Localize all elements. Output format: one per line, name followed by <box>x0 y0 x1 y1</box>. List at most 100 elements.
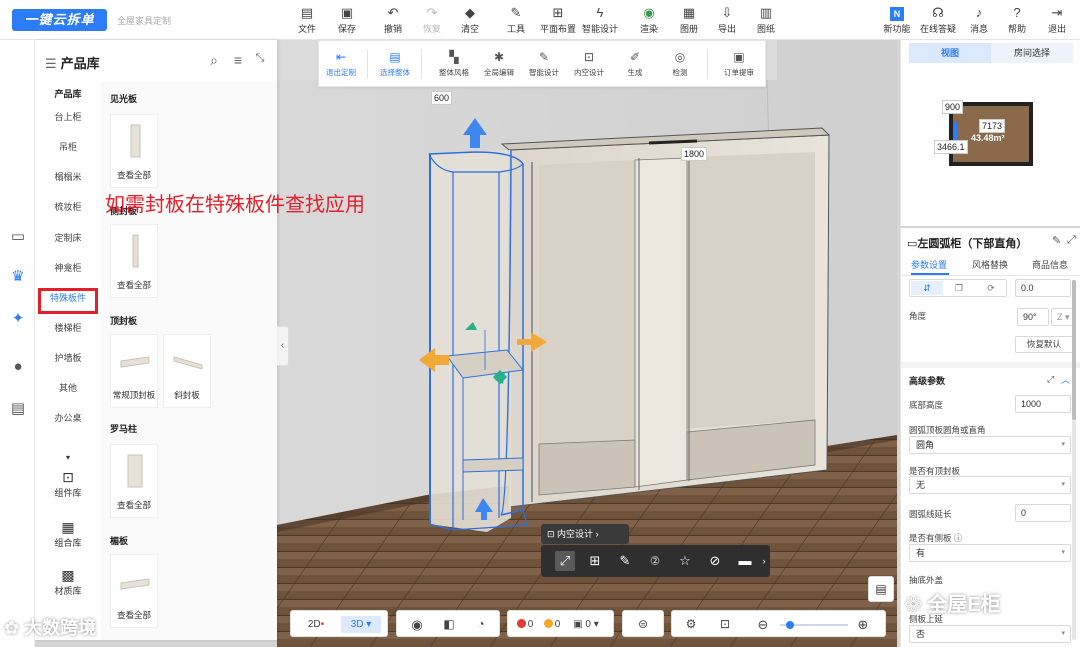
properties-scrollbar[interactable] <box>1072 280 1076 640</box>
zoom-out-icon[interactable]: ⊖ <box>752 616 774 633</box>
gauge-icon[interactable]: ◔ <box>467 616 495 633</box>
tab-product-info[interactable]: 商品信息 <box>1032 258 1068 271</box>
logout-button[interactable]: ⇥ 退出 <box>1037 4 1077 36</box>
resize-icon[interactable]: ⤢ <box>555 551 575 571</box>
generate-button[interactable]: ✐ 生成 <box>613 47 657 78</box>
smart-design-button[interactable]: ϟ 智能设计 <box>580 4 620 36</box>
interior-design-pill[interactable]: ⊡ 内空设计 › <box>541 524 629 544</box>
user-icon[interactable]: ● <box>7 356 29 378</box>
redo-icon: ↷ <box>426 5 438 20</box>
collapse-panel-button[interactable]: ‹ <box>277 326 289 366</box>
category-item[interactable]: 其他 <box>35 378 101 398</box>
rotate-icon[interactable]: ⟳ <box>975 281 1007 295</box>
overall-style-button[interactable]: ▚ 整体风格 <box>432 47 476 78</box>
clipboard-icon[interactable]: ▤ <box>868 576 894 602</box>
angle-input[interactable]: 90° <box>1017 308 1049 326</box>
material-library-button[interactable]: ▩ 材质库 <box>35 566 101 597</box>
zoom-in-icon[interactable]: ⊕ <box>852 616 874 633</box>
edit-icon[interactable]: ✎ <box>1052 234 1061 247</box>
item-count[interactable]: ▣ 0 ▾ <box>568 616 604 633</box>
add-icon[interactable]: ⊞ <box>585 551 605 571</box>
hide-icon[interactable]: ⊘ <box>705 551 725 571</box>
view-3d-button[interactable]: 3D ▾ <box>341 616 381 633</box>
crown-icon[interactable]: ♛ <box>7 266 29 288</box>
global-edit-button[interactable]: ✱ 全局编辑 <box>477 47 521 78</box>
cube-icon[interactable]: ◧ <box>435 616 463 633</box>
component-library-button[interactable]: ⊡ 组件库 <box>35 468 101 499</box>
warning-count[interactable]: 0 <box>540 616 564 633</box>
move-icon[interactable]: ⇵ <box>911 281 943 295</box>
collapse-icon[interactable]: ⤡ <box>252 52 268 65</box>
save-button[interactable]: ▣ 保存 <box>327 4 367 36</box>
interior-design-button[interactable]: ⊡ 内空设计 <box>567 47 611 78</box>
arc-corner-select[interactable]: 圆角 ▾ <box>909 436 1071 454</box>
category-item[interactable]: 梳妆柜 <box>35 197 101 217</box>
copy-icon[interactable]: ❐ <box>943 281 975 295</box>
filter-icon[interactable]: ≡ <box>230 52 246 68</box>
bottom-height-input[interactable]: 1000 <box>1015 395 1071 413</box>
category-item[interactable]: 神龛柜 <box>35 258 101 278</box>
chevron-up-icon[interactable]: ︿ <box>1061 373 1070 386</box>
expand-icon[interactable]: ⤢ <box>1067 234 1076 247</box>
top-seal-select[interactable]: 无 ▾ <box>909 476 1071 494</box>
select-all-button[interactable]: ▤ 选择整体 <box>373 47 417 78</box>
scrollbar-thumb[interactable] <box>1072 280 1076 420</box>
section-title: 见光板 <box>110 94 138 104</box>
side-panel-select[interactable]: 有 ▾ <box>909 544 1071 562</box>
library-header: ☰ 产品库 ⌕ ≡ ⤡ <box>35 40 277 82</box>
drawing-button[interactable]: ▥ 图纸 <box>746 4 786 36</box>
zoom-slider-handle[interactable] <box>786 621 794 629</box>
camera-settings-icon[interactable]: ⚙ <box>678 616 704 633</box>
tab-view[interactable]: 视图 <box>909 43 991 63</box>
smart-design-ctx-button[interactable]: ✎ 智能设计 <box>522 47 566 78</box>
category-item[interactable]: 榻榻米 <box>35 167 101 187</box>
expand-icon[interactable]: ⤢ <box>1047 374 1054 385</box>
category-item[interactable]: 定制床 <box>35 228 101 248</box>
exit-custom-button[interactable]: ⇤ 退出定制 <box>319 47 363 78</box>
category-item[interactable]: 吊柜 <box>35 137 101 157</box>
star-icon[interactable]: ☆ <box>675 551 695 571</box>
toggle-icon[interactable]: ⊜ <box>629 616 657 633</box>
category-item[interactable]: 办公桌 <box>35 408 101 428</box>
view-2d-button[interactable]: 2D• <box>299 616 333 633</box>
chevron-right-icon[interactable]: › <box>759 551 769 571</box>
product-card[interactable]: 查看全部 <box>110 224 158 298</box>
view-2d-icon[interactable]: ⓶ <box>645 551 665 571</box>
fit-view-icon[interactable]: ⊡ <box>712 616 738 633</box>
status-indicators[interactable]: 0 0 ▣ 0 ▾ <box>507 610 614 637</box>
detect-button[interactable]: ◎ 检测 <box>658 47 702 78</box>
category-item[interactable]: 楼梯柜 <box>35 318 101 338</box>
question-icon: ⓘ <box>953 533 963 543</box>
delete-icon[interactable]: ▬ <box>735 551 755 571</box>
category-item[interactable]: 台上柜 <box>35 107 101 127</box>
floor-plan-map[interactable] <box>901 64 1080 224</box>
product-card[interactable]: 查看全部 <box>110 444 158 518</box>
cabinet-icon[interactable]: ▤ <box>7 398 29 420</box>
side-extend-select[interactable]: 否 ▾ <box>909 625 1071 643</box>
brush-icon[interactable]: ✎ <box>615 551 635 571</box>
product-card[interactable]: 查看全部 <box>110 114 158 188</box>
offset-input[interactable]: 0.0 <box>1015 279 1071 297</box>
product-card[interactable]: 常规顶封板 <box>110 334 158 408</box>
reset-default-button[interactable]: 恢复默认 <box>1015 336 1073 353</box>
tab-params[interactable]: 参数设置 <box>911 258 947 271</box>
combo-library-button[interactable]: ▦ 组合库 <box>35 518 101 549</box>
angle-axis-select[interactable]: Z ▾ <box>1051 308 1073 326</box>
arc-extend-input[interactable]: 0 <box>1015 504 1071 522</box>
app-logo[interactable]: 一键云拆单 <box>12 9 107 31</box>
category-item[interactable]: 产品库 <box>35 84 101 104</box>
category-item[interactable]: 护墙板 <box>35 348 101 368</box>
zoom-slider[interactable] <box>780 621 848 629</box>
order-review-button[interactable]: ▣ 订单提审 <box>717 47 761 78</box>
tab-room-select[interactable]: 房间选择 <box>991 43 1073 63</box>
error-count[interactable]: 0 <box>513 616 537 633</box>
model-icon[interactable]: ✦ <box>7 308 29 330</box>
eye-icon[interactable]: ◉ <box>403 616 431 633</box>
product-card[interactable]: 查看全部 <box>110 554 158 628</box>
sofa-icon[interactable]: ▭ <box>7 226 29 248</box>
clear-button[interactable]: ◆ 清空 <box>450 4 490 36</box>
scroll-down-icon[interactable]: ▾ <box>35 448 101 468</box>
tab-style-replace[interactable]: 风格替换 <box>972 258 1008 271</box>
search-icon[interactable]: ⌕ <box>206 52 222 69</box>
product-card[interactable]: 斜封板 <box>163 334 211 408</box>
